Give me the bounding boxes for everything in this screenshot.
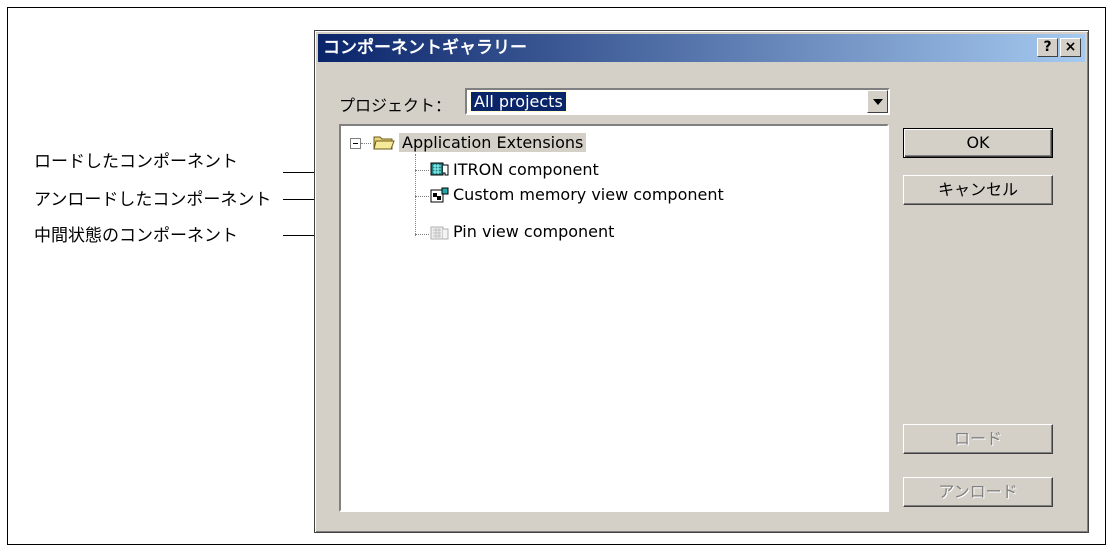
project-select[interactable]: All projects <box>465 88 890 115</box>
tree-root-label: Application Extensions <box>399 133 587 152</box>
help-button[interactable]: ? <box>1037 38 1058 57</box>
annotation-unloaded: アンロードしたコンポーネント <box>34 190 272 210</box>
tree-root-node[interactable]: Application Extensions <box>399 132 587 154</box>
tree-connector <box>415 234 429 236</box>
project-label: プロジェクト： <box>339 96 452 115</box>
tree-item-pin-view-component[interactable]: Pin view component <box>453 221 614 243</box>
tree-connector <box>415 170 429 172</box>
chevron-down-icon[interactable] <box>867 90 888 113</box>
annotation-loaded: ロードしたコンポーネント <box>34 152 238 172</box>
collapse-icon[interactable] <box>350 138 361 149</box>
close-button[interactable]: × <box>1060 38 1081 57</box>
title-bar[interactable]: コンポーネントギャラリー ? × <box>318 34 1085 62</box>
load-button[interactable]: ロード <box>903 424 1053 454</box>
component-intermediate-icon <box>430 226 449 240</box>
component-tree[interactable]: Application Extensions ITRON component C… <box>339 124 889 512</box>
tree-item-custom-memory-view[interactable]: Custom memory view component <box>453 184 724 206</box>
tree-connector <box>361 143 371 145</box>
annotation-intermediate: 中間状態のコンポーネント <box>34 226 238 246</box>
component-unloaded-icon <box>430 187 449 203</box>
component-loaded-icon <box>430 162 449 176</box>
project-select-value: All projects <box>470 91 567 112</box>
folder-open-icon <box>373 136 395 150</box>
unload-button[interactable]: アンロード <box>903 477 1053 507</box>
component-gallery-dialog: コンポーネントギャラリー ? × プロジェクト： All projects Ap… <box>314 30 1089 533</box>
tree-connector <box>415 196 429 198</box>
tree-item-itron-component[interactable]: ITRON component <box>453 159 599 181</box>
ok-button[interactable]: OK <box>903 128 1053 158</box>
dialog-title: コンポーネントギャラリー <box>323 38 527 58</box>
cancel-button[interactable]: キャンセル <box>903 175 1053 205</box>
tree-connector <box>415 154 417 236</box>
